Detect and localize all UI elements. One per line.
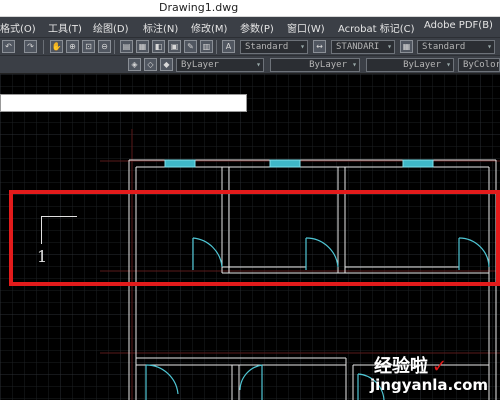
zoom-previous-icon[interactable]: ⊖ (98, 40, 111, 53)
menu-format[interactable]: 格式(O) (0, 20, 36, 35)
sheet-set-icon[interactable]: ▣ (168, 40, 181, 53)
watermark-cn-text: 经验啦 (374, 356, 428, 377)
zoom-window-icon[interactable]: ⊡ (82, 40, 95, 53)
menu-tools[interactable]: 工具(T) (48, 20, 82, 35)
pan-icon[interactable]: ✋ (50, 40, 63, 53)
redo-icon[interactable]: ↷ (24, 40, 37, 53)
menu-draw[interactable]: 绘图(D) (93, 20, 129, 35)
watermark-en: jingyanla.com (370, 376, 489, 394)
menu-parameters[interactable]: 参数(P) (240, 20, 274, 35)
text-style-select[interactable]: Standard ▾ (240, 40, 308, 54)
chevron-down-icon: ▾ (256, 60, 261, 69)
chevron-down-icon: ▾ (300, 42, 305, 51)
linetype-value: ByLayer (309, 60, 347, 70)
highlight-annotation (9, 190, 500, 286)
title-bar: Drawing1.dwg (0, 0, 500, 17)
menu-acrobat-markup[interactable]: Acrobat 标记(C) (338, 20, 415, 35)
properties-icon[interactable]: ▤ (120, 40, 133, 53)
dim-style-select[interactable]: STANDARI ▾ (331, 40, 395, 54)
calculator-icon[interactable]: ▥ (200, 40, 213, 53)
command-input-box[interactable] (0, 94, 247, 112)
plot-style-select[interactable]: ByColor (458, 58, 500, 72)
table-style-icon[interactable]: ▦ (400, 40, 413, 53)
menu-bar: 格式(O) 工具(T) 绘图(D) 标注(N) 修改(M) 参数(P) 窗口(W… (0, 17, 500, 37)
dim-style-icon[interactable]: ↔ (313, 40, 326, 53)
linetype-select[interactable]: ByLayer ▾ (270, 58, 360, 72)
lineweight-select[interactable]: ByLayer ▾ (366, 58, 454, 72)
watermark: 经验啦 ✓ jingyanla.com (366, 352, 496, 398)
tool-palettes-icon[interactable]: ◧ (152, 40, 165, 53)
chevron-down-icon: ▾ (446, 60, 451, 69)
watermark-cn: 经验啦 ✓ (374, 352, 447, 378)
lineweight-value: ByLayer (403, 60, 441, 70)
toolbar-separator (114, 40, 115, 54)
text-style-value: Standard (245, 42, 289, 52)
table-style-value: Standard (422, 42, 466, 52)
layer-state-icon[interactable]: ◆ (160, 58, 173, 71)
standard-toolbar: ↶ ↷ ✋ ⊕ ⊡ ⊖ ▤ ▦ ◧ ▣ ✎ ▥ A Standard ▾ ↔ ST… (0, 37, 500, 55)
layer-color-select[interactable]: ByLayer ▾ (176, 58, 264, 72)
menu-modify[interactable]: 修改(M) (191, 20, 227, 35)
layer-value: ByLayer (181, 60, 219, 70)
window-title: Drawing1.dwg (159, 1, 239, 14)
layer-previous-icon[interactable]: ◇ (144, 58, 157, 71)
markup-icon[interactable]: ✎ (184, 40, 197, 53)
chevron-down-icon: ▾ (352, 60, 357, 69)
layers-toolbar: ◈ ◇ ◆ ByLayer ▾ ByLayer ▾ ByLayer ▾ ByColor (0, 55, 500, 74)
toolbar-separator (43, 40, 44, 54)
menu-adobe-pdf[interactable]: Adobe PDF(B) (424, 20, 493, 31)
zoom-realtime-icon[interactable]: ⊕ (66, 40, 79, 53)
check-icon: ✓ (432, 356, 448, 377)
table-style-select[interactable]: Standard ▾ (417, 40, 495, 54)
design-center-icon[interactable]: ▦ (136, 40, 149, 53)
undo-icon[interactable]: ↶ (2, 40, 15, 53)
plot-style-value: ByColor (463, 60, 500, 70)
menu-window[interactable]: 窗口(W) (287, 20, 325, 35)
chevron-down-icon: ▾ (487, 42, 492, 51)
toolbar-separator (216, 40, 217, 54)
menu-dimension[interactable]: 标注(N) (143, 20, 178, 35)
dim-style-value: STANDARI (336, 42, 380, 52)
layer-manager-icon[interactable]: ◈ (128, 58, 141, 71)
text-style-icon[interactable]: A (222, 40, 235, 53)
chevron-down-icon: ▾ (387, 42, 392, 51)
